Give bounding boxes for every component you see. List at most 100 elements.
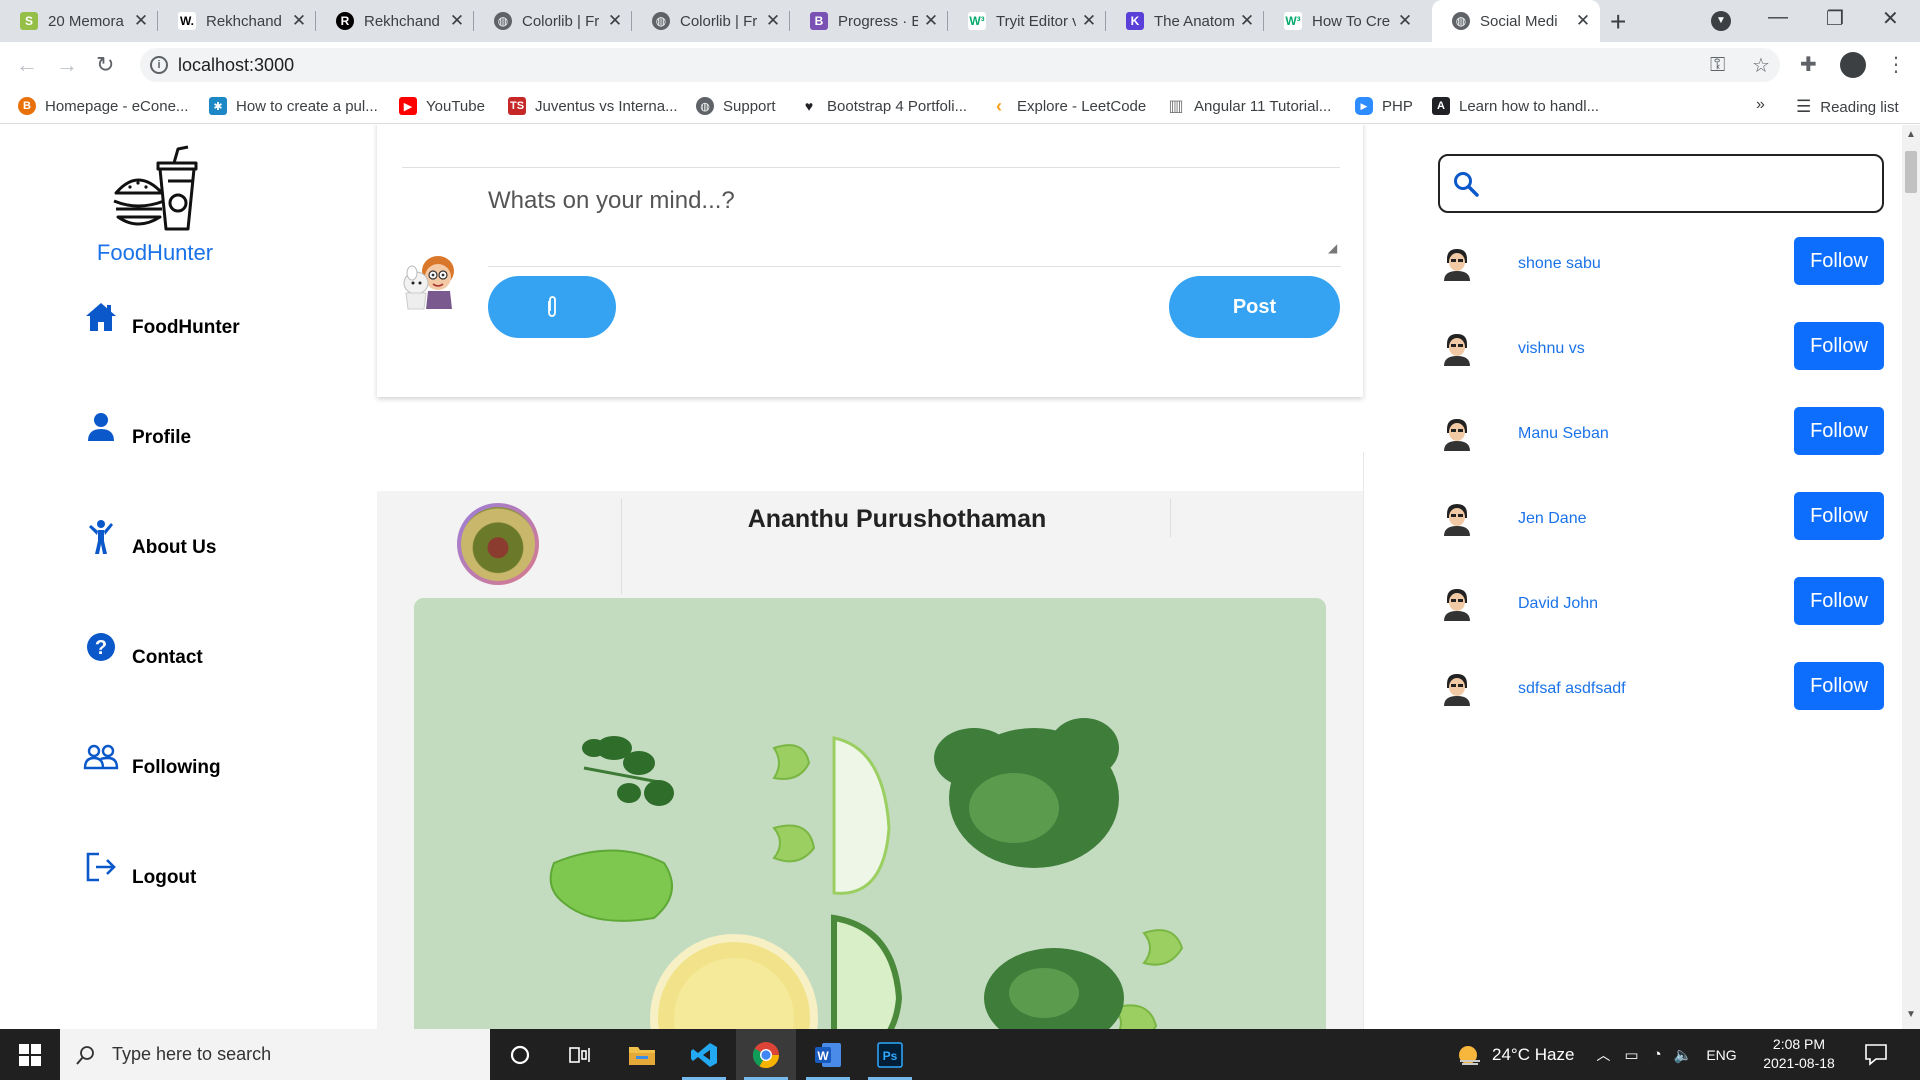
user-name[interactable]: shone sabu [1518, 255, 1601, 273]
system-clock[interactable]: 2:08 PM 2021-08-18 [1756, 1035, 1842, 1073]
reading-list-button[interactable]: ☰ Reading list [1796, 97, 1899, 117]
user-search-box[interactable] [1438, 154, 1884, 213]
post-button[interactable]: Post [1169, 276, 1340, 338]
attach-button[interactable] [488, 276, 616, 338]
follow-button[interactable]: Follow [1794, 322, 1884, 370]
browser-tab[interactable]: K The Anatom ✕ [1106, 0, 1264, 42]
post-author-name[interactable]: Ananthu Purushothaman [627, 505, 1167, 534]
bookmark-item[interactable]: ▶ YouTube [399, 97, 485, 115]
follow-button[interactable]: Follow [1794, 492, 1884, 540]
bookmark-item[interactable]: ♥ Bootstrap 4 Portfoli... [800, 97, 967, 115]
user-avatar[interactable] [1442, 332, 1472, 366]
browser-tab[interactable]: B Progress · B ✕ [790, 0, 948, 42]
address-url[interactable]: localhost:3000 [178, 55, 294, 76]
scroll-down-icon[interactable]: ▼ [1906, 1009, 1916, 1020]
user-avatar[interactable] [1442, 417, 1472, 451]
browser-tab[interactable]: ◍ Colorlib | Fr ✕ [632, 0, 790, 42]
close-icon[interactable]: ✕ [764, 11, 782, 31]
close-icon[interactable]: ✕ [1574, 11, 1592, 31]
search-input[interactable] [1490, 166, 1870, 202]
menu-icon[interactable]: ⋮ [1886, 52, 1906, 77]
cortana-icon[interactable] [490, 1029, 550, 1080]
word-icon[interactable]: W [798, 1029, 858, 1080]
post-author-avatar[interactable] [457, 503, 539, 585]
brand[interactable]: FoodHunter [80, 145, 230, 266]
user-name[interactable]: sdfsaf asdfsadf [1518, 680, 1626, 698]
taskbar-search[interactable]: Type here to search [60, 1029, 490, 1080]
close-icon[interactable]: ✕ [1238, 11, 1256, 31]
bookmark-item[interactable]: ▶ PHP [1355, 97, 1413, 115]
new-tab-button[interactable]: + [1610, 6, 1626, 38]
volume-icon[interactable]: 🔈 [1674, 1046, 1693, 1064]
browser-tab-active[interactable]: ◍ Social Medi ✕ [1432, 0, 1600, 42]
photoshop-icon[interactable]: Ps [860, 1029, 920, 1080]
vscode-icon[interactable] [674, 1029, 734, 1080]
follow-button[interactable]: Follow [1794, 577, 1884, 625]
browser-tab[interactable]: W³ Tryit Editor v ✕ [948, 0, 1106, 42]
composer-textarea[interactable] [488, 177, 1341, 255]
browser-tab[interactable]: ◍ Colorlib | Fr ✕ [474, 0, 632, 42]
follow-button[interactable]: Follow [1794, 662, 1884, 710]
user-avatar[interactable] [1442, 587, 1472, 621]
language-indicator[interactable]: ENG [1706, 1047, 1736, 1063]
close-icon[interactable]: ✕ [132, 11, 150, 31]
user-avatar[interactable] [1442, 502, 1472, 536]
task-view-icon[interactable] [550, 1029, 610, 1080]
close-icon[interactable]: ✕ [448, 11, 466, 31]
follow-button[interactable]: Follow [1794, 407, 1884, 455]
user-avatar[interactable] [1442, 247, 1472, 281]
bookmark-item[interactable]: A Learn how to handl... [1432, 97, 1599, 115]
profile-avatar[interactable] [1840, 52, 1866, 78]
minimize-icon[interactable]: — [1768, 6, 1788, 29]
bookmark-star-icon[interactable]: ☆ [1752, 53, 1770, 78]
browser-tab[interactable]: W³ How To Cre ✕ [1264, 0, 1422, 42]
close-icon[interactable]: ✕ [922, 11, 940, 31]
bookmark-item[interactable]: ◍ Support [696, 97, 776, 115]
page-scrollbar[interactable]: ▲ ▼ [1902, 125, 1920, 1029]
tab-search-icon[interactable]: ▼ [1711, 11, 1731, 31]
close-icon[interactable]: ✕ [290, 11, 308, 31]
sidebar-item-profile[interactable]: Profile [83, 405, 191, 449]
user-name[interactable]: Jen Dane [1518, 510, 1587, 528]
sidebar-item-about-us[interactable]: About Us [83, 515, 216, 559]
browser-tab[interactable]: W. Rekhchand ✕ [158, 0, 316, 42]
sidebar-item-following[interactable]: Following [83, 735, 221, 779]
user-name[interactable]: vishnu vs [1518, 340, 1585, 358]
forward-icon[interactable]: → [56, 52, 78, 78]
address-bar[interactable]: i localhost:3000 ⚿ ☆ [140, 48, 1780, 82]
back-icon[interactable]: ← [16, 52, 38, 78]
extensions-icon[interactable]: ✚ [1800, 52, 1817, 77]
weather-text[interactable]: 24°C Haze [1492, 1045, 1574, 1065]
reload-icon[interactable]: ↻ [96, 52, 114, 78]
sidebar-item-contact[interactable]: ? Contact [83, 625, 203, 669]
user-name[interactable]: David John [1518, 595, 1598, 613]
chrome-icon[interactable] [736, 1029, 796, 1080]
sidebar-item-logout[interactable]: Logout [83, 845, 196, 889]
bookmark-item[interactable]: ‹ Explore - LeetCode [990, 96, 1146, 116]
close-icon[interactable]: ✕ [1080, 11, 1098, 31]
battery-icon[interactable]: ▭ [1624, 1046, 1638, 1064]
follow-button[interactable]: Follow [1794, 237, 1884, 285]
bookmark-item[interactable]: ✱ How to create a pul... [209, 97, 378, 115]
resize-handle-icon[interactable]: ◢ [1328, 241, 1337, 255]
notification-icon[interactable] [1864, 1042, 1888, 1066]
close-icon[interactable]: ✕ [1396, 11, 1414, 31]
weather-icon[interactable] [1456, 1043, 1482, 1067]
chevron-up-icon[interactable]: ︿ [1596, 1045, 1610, 1065]
window-close-icon[interactable]: ✕ [1882, 6, 1899, 31]
file-explorer-icon[interactable] [612, 1029, 672, 1080]
bookmarks-overflow-button[interactable]: » [1756, 96, 1765, 114]
sidebar-item-foodhunter[interactable]: FoodHunter [83, 295, 240, 339]
bookmark-item[interactable]: ▥ Angular 11 Tutorial... [1167, 97, 1331, 115]
browser-tab[interactable]: R Rekhchand ✕ [316, 0, 474, 42]
windows-start-button[interactable] [0, 1029, 60, 1080]
bookmark-item[interactable]: B Homepage - eCone... [18, 97, 188, 115]
browser-tab[interactable]: S 20 Memora ✕ [0, 0, 158, 42]
user-name[interactable]: Manu Seban [1518, 425, 1609, 443]
restore-icon[interactable]: ❐ [1826, 6, 1844, 31]
close-icon[interactable]: ✕ [606, 11, 624, 31]
user-avatar[interactable] [1442, 672, 1472, 706]
bookmark-item[interactable]: TS Juventus vs Interna... [508, 97, 678, 115]
wifi-icon[interactable]: ◔ [1653, 1046, 1662, 1063]
scroll-thumb[interactable] [1905, 151, 1917, 193]
